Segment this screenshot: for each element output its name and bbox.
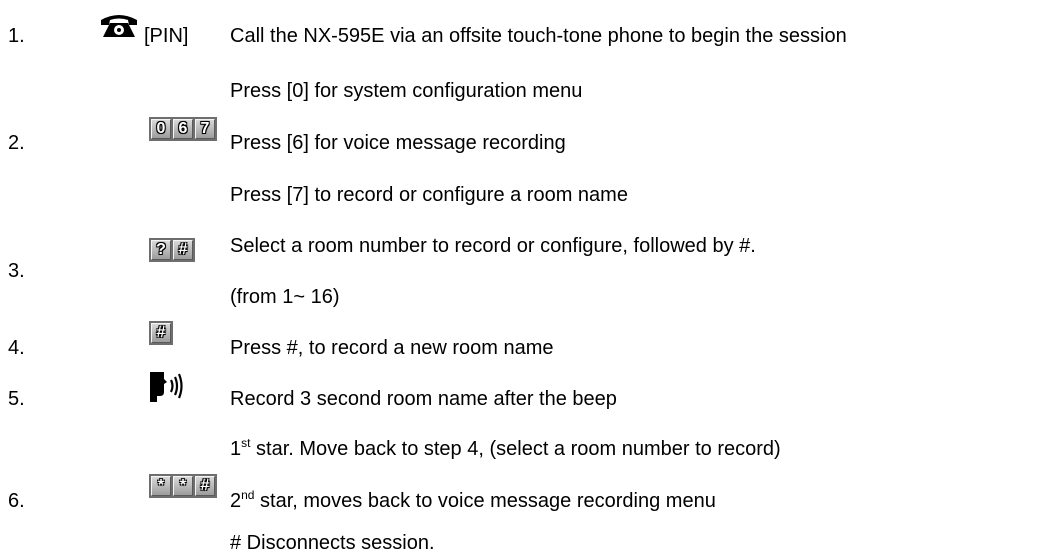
step-number: 5. xyxy=(8,388,25,410)
key-star: * xyxy=(151,476,171,496)
key-hash: # xyxy=(173,240,193,260)
keypad-sequence: * * # xyxy=(149,474,217,498)
keypad-sequence: # xyxy=(149,321,173,345)
step-number: 1. xyxy=(8,25,25,47)
phone-icon xyxy=(101,15,137,37)
step-text: Press [7] to record or configure a room … xyxy=(230,184,628,206)
key-hash: # xyxy=(151,323,171,343)
key-0: 0 xyxy=(151,119,171,139)
step-number: 3. xyxy=(8,260,25,282)
step-text: (from 1~ 16) xyxy=(230,286,340,308)
step-number: 6. xyxy=(8,490,25,512)
step-text: # Disconnects session. xyxy=(230,532,435,554)
step-text: Record 3 second room name after the beep xyxy=(230,388,617,410)
pin-label: [PIN] xyxy=(144,25,189,47)
step-number: 4. xyxy=(8,337,25,359)
key-question: ? xyxy=(151,240,171,260)
key-hash: # xyxy=(195,476,215,496)
key-star: * xyxy=(173,476,193,496)
step-text: Press [6] for voice message recording xyxy=(230,132,566,154)
step-text: 2nd star, moves back to voice message re… xyxy=(230,488,716,512)
step-text: Press [0] for system configuration menu xyxy=(230,80,583,102)
speaking-head-icon xyxy=(150,372,183,402)
keypad-sequence: 0 6 7 xyxy=(149,117,217,141)
key-6: 6 xyxy=(173,119,193,139)
step-text: Select a room number to record or config… xyxy=(230,235,756,257)
keypad-sequence: ? # xyxy=(149,238,195,262)
step-text: Call the NX-595E via an offsite touch-to… xyxy=(230,25,847,47)
step-number: 2. xyxy=(8,132,25,154)
step-text: Press #, to record a new room name xyxy=(230,337,554,359)
step-text: 1st star. Move back to step 4, (select a… xyxy=(230,436,781,460)
key-7: 7 xyxy=(195,119,215,139)
